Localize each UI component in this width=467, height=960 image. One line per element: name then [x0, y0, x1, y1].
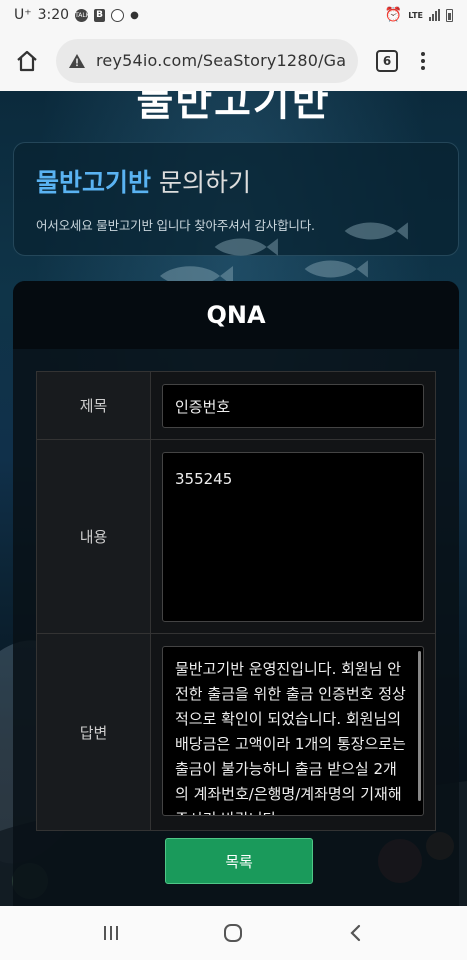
system-navigation-bar [0, 906, 467, 960]
answer-cell: 물반고기반 운영진입니다. 회원님 안전한 출금을 위한 출금 인증번호 정상적… [151, 634, 435, 830]
content-label: 내용 [37, 440, 151, 633]
more-notifications-icon: ● [130, 9, 139, 21]
intro-title-accent: 물반고기반 [36, 168, 152, 197]
carrier-label: U⁺ [14, 7, 32, 23]
answer-scrollbar[interactable] [418, 651, 421, 801]
content-row: 내용 355245 [37, 440, 435, 634]
battery-icon [446, 8, 453, 22]
answer-row: 답변 물반고기반 운영진입니다. 회원님 안전한 출금을 위한 출금 인증번호 … [37, 634, 435, 830]
qna-form-table: 제목 인증번호 내용 355245 답변 물반고기반 운영진입니다. 회원님 안… [36, 371, 436, 831]
subject-label: 제목 [37, 372, 151, 439]
status-bar: U⁺ 3:20 TALK B ● ⏰ LTE [0, 0, 467, 30]
fish-icon [214, 238, 278, 256]
content-cell: 355245 [151, 440, 435, 633]
home-icon [17, 50, 37, 71]
content-field[interactable]: 355245 [162, 452, 424, 622]
subject-field[interactable]: 인증번호 [162, 384, 424, 428]
url-text: rey54io.com/SeaStory1280/Ga [95, 51, 346, 70]
list-button[interactable]: 목록 [165, 838, 313, 884]
alarm-icon: ⏰ [384, 7, 403, 23]
status-time: 3:20 [37, 7, 70, 23]
tab-switcher-button[interactable]: 6 [376, 49, 398, 72]
browser-toolbar: rey54io.com/SeaStory1280/Ga 6 [0, 30, 467, 91]
fish-icon [344, 222, 408, 240]
recent-apps-icon[interactable] [101, 924, 121, 942]
intro-title-rest: 문의하기 [151, 168, 251, 197]
subject-row: 제목 인증번호 [37, 372, 435, 440]
warning-icon [68, 53, 85, 68]
qna-header: QNA [13, 281, 459, 349]
b-notification-icon: B [94, 8, 106, 22]
home-nav-icon[interactable] [222, 922, 244, 944]
answer-field[interactable]: 물반고기반 운영진입니다. 회원님 안전한 출금을 위한 출금 인증번호 정상적… [162, 646, 424, 816]
home-button[interactable] [12, 46, 42, 76]
page-heading: 물반고기반 [136, 91, 331, 125]
back-icon[interactable] [346, 923, 366, 943]
signal-icon [429, 9, 440, 21]
fish-icon [304, 260, 368, 278]
answer-text: 물반고기반 운영진입니다. 회원님 안전한 출금을 위한 출금 인증번호 정상적… [175, 660, 406, 815]
browser-menu-button[interactable] [418, 51, 428, 70]
talk-notification-icon: TALK [75, 8, 90, 22]
intro-title: 물반고기반 문의하기 [36, 163, 436, 199]
page-content: 물반고기반 물반고기반 문의하기 어서오세요 물반고기반 입니다 찾아주셔서 감… [0, 91, 467, 906]
qna-panel: QNA 제목 인증번호 내용 355245 답변 물반고기반 운영진입니다. 회… [13, 281, 459, 906]
network-label: LTE [408, 10, 423, 20]
notification-icon [111, 8, 125, 22]
answer-label: 답변 [37, 634, 151, 830]
subject-cell: 인증번호 [151, 372, 435, 439]
address-bar[interactable]: rey54io.com/SeaStory1280/Ga [56, 38, 358, 83]
